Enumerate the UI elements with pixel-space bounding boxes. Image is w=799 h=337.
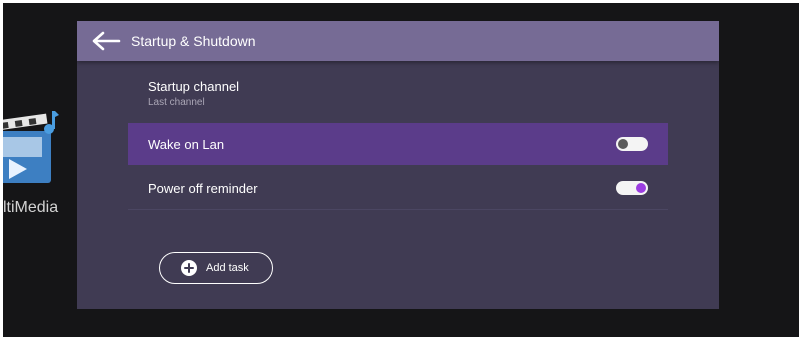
multimedia-app-icon bbox=[3, 111, 59, 183]
setting-power-off-reminder[interactable]: Power off reminder bbox=[128, 167, 668, 210]
setting-label: Power off reminder bbox=[148, 181, 258, 196]
setting-value: Last channel bbox=[148, 97, 205, 108]
setting-startup-channel[interactable]: Startup channel Last channel bbox=[128, 71, 668, 113]
panel-header: Startup & Shutdown bbox=[77, 21, 719, 61]
back-arrow-icon[interactable] bbox=[91, 30, 121, 52]
setting-wake-on-lan[interactable]: Wake on Lan bbox=[128, 123, 668, 165]
wake-on-lan-toggle[interactable] bbox=[616, 137, 648, 151]
power-off-reminder-toggle[interactable] bbox=[616, 181, 648, 195]
setting-label: Startup channel bbox=[148, 79, 240, 94]
settings-panel: Startup & Shutdown Startup channel Last … bbox=[77, 21, 719, 309]
plus-circle-icon bbox=[181, 260, 197, 276]
setting-label: Wake on Lan bbox=[148, 137, 225, 152]
toggle-knob bbox=[636, 183, 646, 193]
multimedia-app-shortcut[interactable]: ltiMedia bbox=[3, 103, 73, 223]
add-task-label: Add task bbox=[206, 262, 249, 274]
app-label: ltiMedia bbox=[3, 199, 59, 216]
desktop-background: ltiMedia Startup & Shutdown Startup chan… bbox=[3, 3, 799, 337]
toggle-knob bbox=[618, 139, 628, 149]
add-task-button[interactable]: Add task bbox=[159, 252, 273, 284]
page-title: Startup & Shutdown bbox=[131, 33, 256, 49]
